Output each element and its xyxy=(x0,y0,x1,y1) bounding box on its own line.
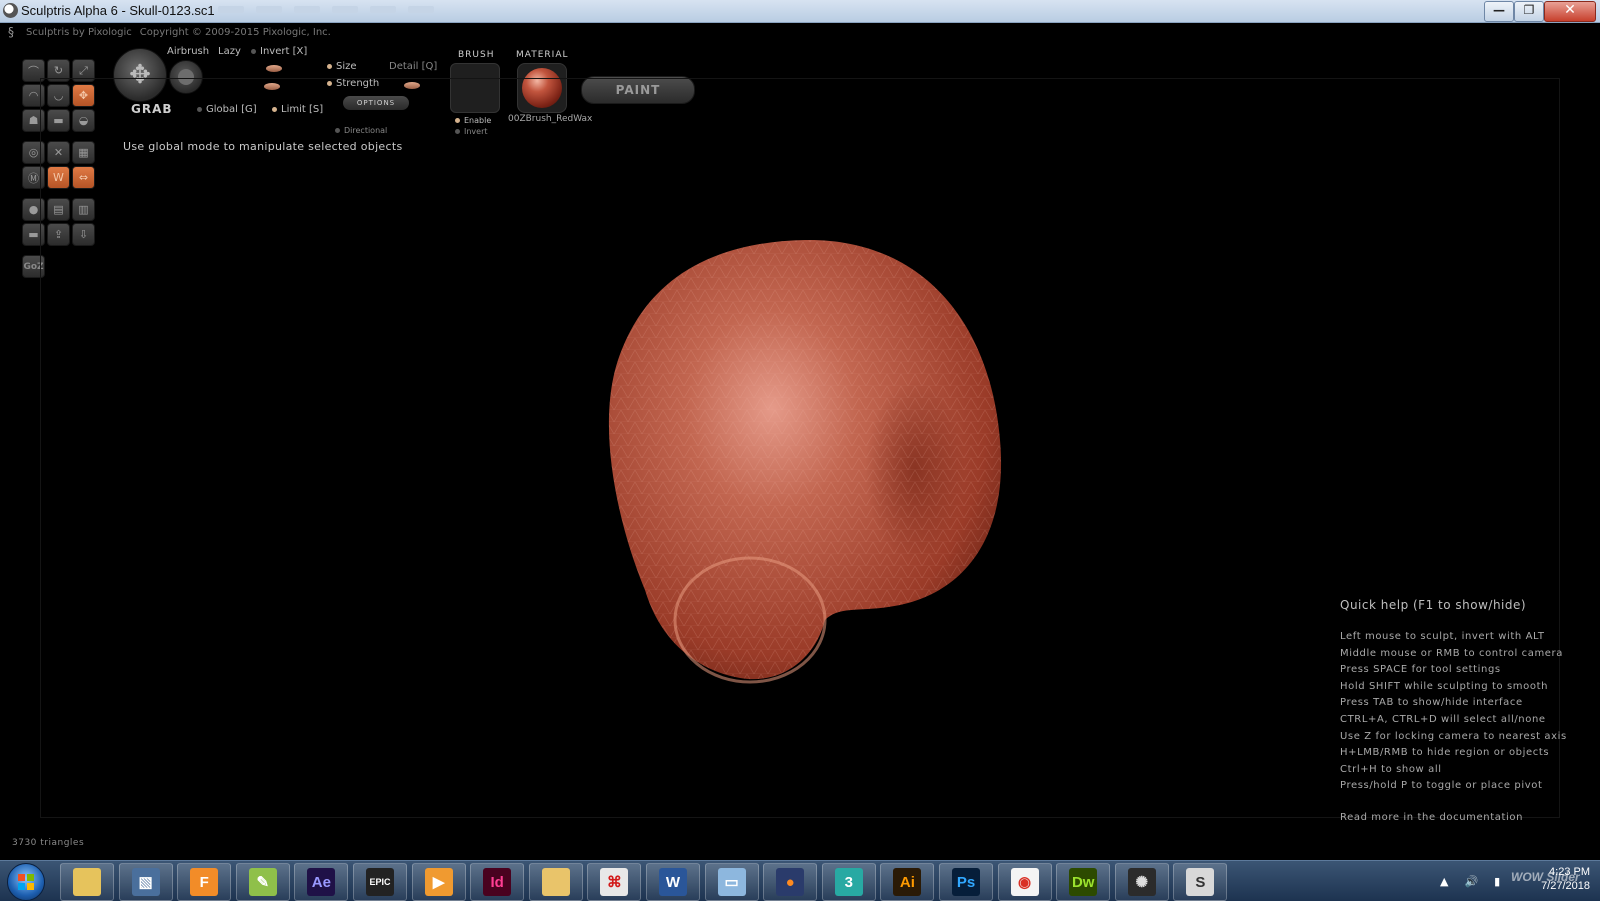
3d-builder-icon: ▧ xyxy=(131,868,160,896)
app-header: § Sculptris by Pixologic Copyright © 200… xyxy=(8,26,331,38)
taskbar-app-sticky-notes[interactable]: ✎ xyxy=(235,863,290,901)
volume-icon[interactable]: 🔊 xyxy=(1464,875,1478,888)
chrome-icon: ◉ xyxy=(1010,868,1039,896)
quick-help-panel: Quick help (F1 to show/hide) Left mouse … xyxy=(1340,598,1590,823)
menu-item-placeholder[interactable] xyxy=(408,6,434,13)
quick-help-line: Use Z for locking camera to nearest axis xyxy=(1340,730,1567,742)
maximize-button[interactable]: ❐ xyxy=(1514,1,1544,22)
start-button[interactable] xyxy=(7,863,45,901)
illustrator-icon: Ai xyxy=(893,868,922,896)
epic-games-icon: EPIC xyxy=(366,868,394,896)
taskbar-app-blender-like[interactable]: ✺ xyxy=(1114,863,1169,901)
window-titlebar: Sculptris Alpha 6 - Skull-0123.sc1 — ❐ ✕ xyxy=(0,0,1600,23)
menu-item-placeholder[interactable] xyxy=(218,6,244,13)
taskbar-app-fusion[interactable]: F xyxy=(177,863,232,901)
taskbar-app-3ds-max[interactable]: 3 xyxy=(821,863,876,901)
3ds-max-icon: 3 xyxy=(834,868,863,896)
airbrush-label[interactable]: Airbrush xyxy=(167,46,209,57)
brush-label: BRUSH xyxy=(458,50,495,60)
quick-help-line: Press SPACE for tool settings xyxy=(1340,664,1501,676)
file-explorer-folder-icon xyxy=(73,868,101,896)
minimize-icon: — xyxy=(1493,3,1505,17)
word-icon: W xyxy=(659,868,687,896)
sticky-notes-icon: ✎ xyxy=(248,868,277,896)
invert-option[interactable]: Invert [X] xyxy=(251,46,307,57)
sculpt-model[interactable] xyxy=(600,230,1010,700)
folder-icon xyxy=(541,868,570,896)
taskbar-app-file-explorer-folder[interactable] xyxy=(60,863,114,901)
size-slider-knob[interactable] xyxy=(266,65,282,72)
menu-item-placeholder[interactable] xyxy=(256,6,282,13)
taskbar-app-word[interactable]: W xyxy=(646,863,700,901)
quick-help-line: Hold SHIFT while sculpting to smooth xyxy=(1340,680,1549,692)
explorer-window-icon: ▭ xyxy=(717,868,746,896)
invert-label: Invert [X] xyxy=(260,46,308,57)
copyright-text: Copyright © 2009-2015 Pixologic, Inc. xyxy=(139,26,331,38)
quick-help-line: Press TAB to show/hide interface xyxy=(1340,697,1523,709)
taskbar-app-illustrator[interactable]: Ai xyxy=(880,863,935,901)
size-option[interactable]: Size xyxy=(327,61,357,72)
menu-item-placeholder[interactable] xyxy=(294,6,320,13)
watermark-text: WOW Slider xyxy=(1511,870,1580,884)
firefox-icon: ● xyxy=(776,868,805,896)
close-icon: ✕ xyxy=(1564,2,1576,18)
network-icon[interactable]: ▮ xyxy=(1494,875,1500,888)
windows-logo-icon xyxy=(18,874,34,890)
window-title: Sculptris Alpha 6 - Skull-0123.sc1 xyxy=(21,3,215,18)
taskbar-app-3d-builder[interactable]: ▧ xyxy=(118,863,173,901)
taskbar: ▧ F ✎ Ae EPIC ▶ Id ⌘ W ▭ ● 3 Ai Ps ◉ Dw ✺ S ▲ 🔊 ▮ 4:23 PM… xyxy=(0,860,1600,901)
quick-help-line: Press/hold P to toggle or place pivot xyxy=(1340,780,1543,792)
indesign-icon: Id xyxy=(483,868,512,896)
brand-text: Sculptris by Pixologic xyxy=(26,26,132,38)
taskbar-app-after-effects[interactable]: Ae xyxy=(294,863,349,901)
size-radio[interactable] xyxy=(327,63,332,69)
show-hidden-icons-icon[interactable]: ▲ xyxy=(1440,875,1448,888)
invert-radio[interactable] xyxy=(251,48,256,54)
after-effects-icon: Ae xyxy=(307,868,336,896)
material-label: MATERIAL xyxy=(516,50,569,60)
triangle-count: 3730 triangles xyxy=(12,838,85,848)
taskbar-app-dreamweaver[interactable]: Dw xyxy=(1056,863,1111,901)
taskbar-app-chrome[interactable]: ◉ xyxy=(997,863,1052,901)
quick-help-line: CTRL+A, CTRL+D will select all/none xyxy=(1340,713,1546,725)
taskbar-app-indesign[interactable]: Id xyxy=(470,863,525,901)
taskbar-app-firefox[interactable]: ● xyxy=(763,863,818,901)
taskbar-app-acrobat[interactable]: ⌘ xyxy=(587,863,642,901)
quick-help-line: Middle mouse or RMB to control camera xyxy=(1340,647,1563,659)
wireframe-overlay xyxy=(608,239,1002,680)
maximize-icon: ❐ xyxy=(1523,3,1535,17)
menu-item-placeholder[interactable] xyxy=(370,6,396,13)
close-button[interactable]: ✕ xyxy=(1544,1,1596,22)
quick-help-title: Quick help (F1 to show/hide) xyxy=(1340,598,1527,612)
taskbar-app-epic-games[interactable]: EPIC xyxy=(353,863,407,901)
sculptris-app-icon xyxy=(3,3,18,18)
system-tray: ▲ 🔊 ▮ xyxy=(1440,861,1500,901)
size-label: Size xyxy=(336,61,357,72)
detail-label[interactable]: Detail [Q] xyxy=(389,61,437,72)
quick-help-line: Ctrl+H to show all xyxy=(1340,763,1442,775)
photoshop-icon: Ps xyxy=(952,868,980,896)
taskbar-app-media-player[interactable]: ▶ xyxy=(411,863,466,901)
taskbar-app-explorer-window[interactable]: ▭ xyxy=(704,863,759,901)
lazy-label[interactable]: Lazy xyxy=(218,46,241,57)
fusion-icon: F xyxy=(190,868,219,896)
quick-help-line: Left mouse to sculpt, invert with ALT xyxy=(1340,631,1545,642)
taskbar-app-folder[interactable] xyxy=(528,863,583,901)
minimize-button[interactable]: — xyxy=(1484,1,1514,22)
acrobat-icon: ⌘ xyxy=(600,868,629,896)
sculptris-logo-icon: § xyxy=(8,25,14,39)
documentation-link[interactable]: Read more in the documentation xyxy=(1340,812,1590,823)
dreamweaver-icon: Dw xyxy=(1069,868,1098,896)
menu-item-placeholder[interactable] xyxy=(332,6,358,13)
quick-help-line: H+LMB/RMB to hide region or objects xyxy=(1340,747,1550,759)
taskbar-app-photoshop[interactable]: Ps xyxy=(939,863,993,901)
menu-bar xyxy=(218,6,434,13)
sculptris-icon: S xyxy=(1186,868,1215,896)
taskbar-app-sculptris[interactable]: S xyxy=(1173,863,1228,901)
blender-like-icon: ✺ xyxy=(1127,868,1156,896)
media-player-icon: ▶ xyxy=(424,868,453,896)
